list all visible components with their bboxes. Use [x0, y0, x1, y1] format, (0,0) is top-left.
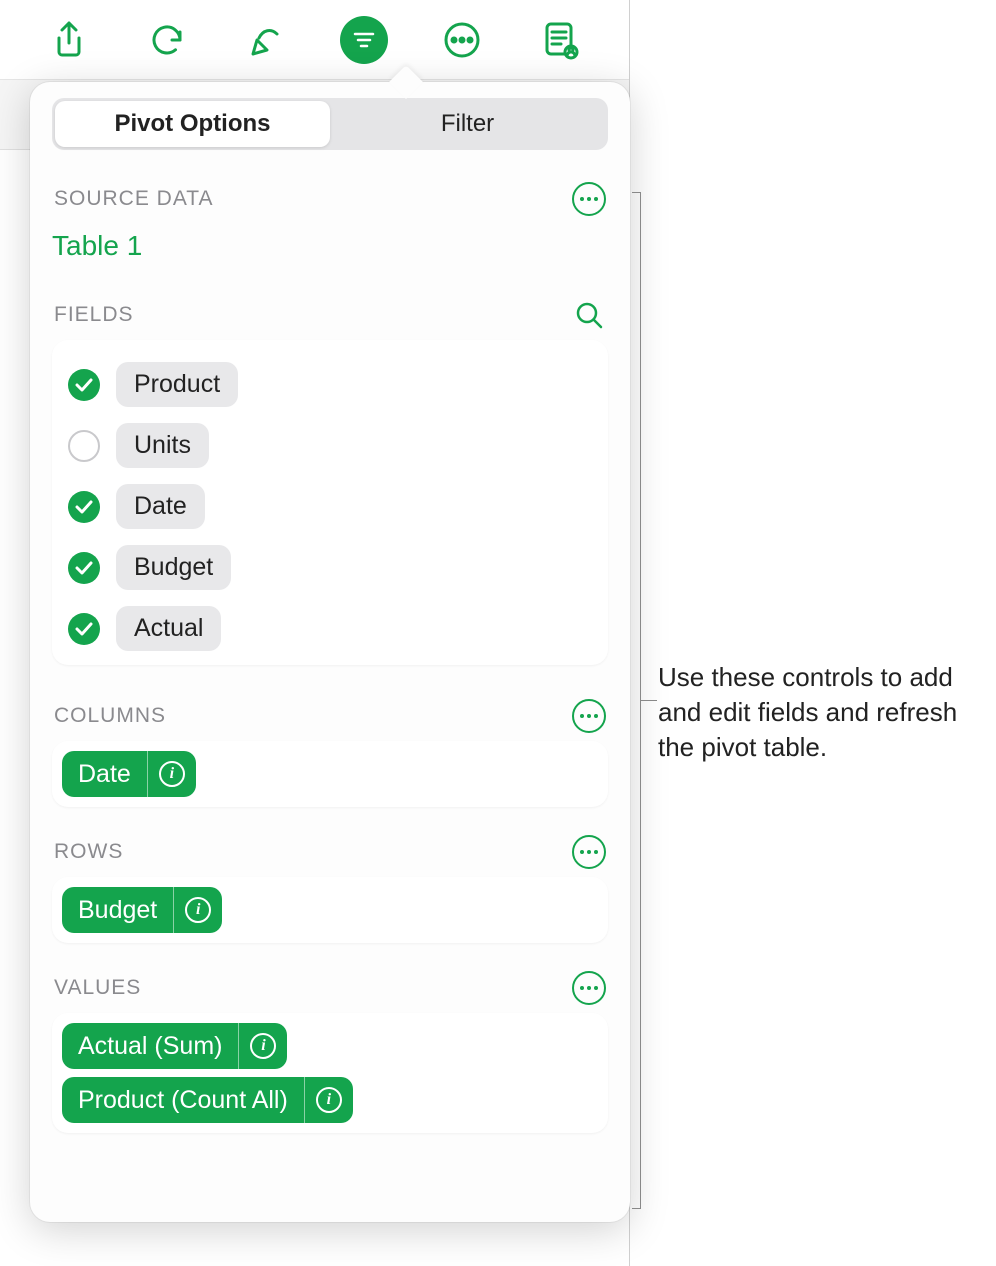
rows-more-button[interactable] — [572, 835, 606, 869]
values-label: VALUES — [54, 976, 141, 1000]
values-drop-zone[interactable]: Actual (Sum) i Product (Count All) i — [52, 1013, 608, 1133]
checkmark-icon[interactable] — [68, 430, 100, 462]
collaborate-icon[interactable] — [536, 16, 584, 64]
checkmark-icon[interactable] — [68, 491, 100, 523]
undo-icon[interactable] — [143, 16, 191, 64]
toolbar — [0, 0, 629, 80]
callout-text: Use these controls to add and edit field… — [658, 660, 978, 765]
fields-header: FIELDS — [52, 298, 608, 332]
chip-label: Actual (Sum) — [62, 1023, 238, 1069]
tabs-segmented-control: Pivot Options Filter — [52, 98, 608, 150]
tab-pivot-options[interactable]: Pivot Options — [55, 101, 330, 147]
field-row-product[interactable]: Product — [68, 354, 592, 415]
chip-label: Product (Count All) — [62, 1077, 304, 1123]
rows-header: ROWS — [52, 835, 608, 869]
chip-info-button[interactable]: i — [305, 1077, 353, 1123]
values-more-button[interactable] — [572, 971, 606, 1005]
checkmark-icon[interactable] — [68, 613, 100, 645]
field-row-actual[interactable]: Actual — [68, 598, 592, 659]
columns-drop-zone[interactable]: Date i — [52, 741, 608, 807]
source-data-header: SOURCE DATA — [52, 182, 608, 216]
callout-bracket — [632, 1208, 641, 1209]
rows-label: ROWS — [54, 840, 123, 864]
field-pill[interactable]: Units — [116, 423, 209, 468]
more-icon[interactable] — [438, 16, 486, 64]
row-chip-budget[interactable]: Budget i — [62, 887, 222, 933]
values-header: VALUES — [52, 971, 608, 1005]
rows-drop-zone[interactable]: Budget i — [52, 877, 608, 943]
organize-icon[interactable] — [340, 16, 388, 64]
field-row-units[interactable]: Units — [68, 415, 592, 476]
source-data-more-button[interactable] — [572, 182, 606, 216]
chip-label: Budget — [62, 887, 173, 933]
checkmark-icon[interactable] — [68, 552, 100, 584]
chip-info-button[interactable]: i — [174, 887, 222, 933]
chip-info-button[interactable]: i — [148, 751, 196, 797]
callout-bracket — [641, 700, 657, 701]
source-table-link[interactable]: Table 1 — [52, 230, 608, 262]
columns-more-button[interactable] — [572, 699, 606, 733]
field-pill[interactable]: Product — [116, 362, 238, 407]
chip-info-button[interactable]: i — [239, 1023, 287, 1069]
columns-header: COLUMNS — [52, 699, 608, 733]
field-pill[interactable]: Budget — [116, 545, 231, 590]
chip-label: Date — [62, 751, 147, 797]
fields-label: FIELDS — [54, 303, 134, 327]
fields-list: Product Units Date Budget Actual — [52, 340, 608, 665]
checkmark-icon[interactable] — [68, 369, 100, 401]
format-icon[interactable] — [241, 16, 289, 64]
field-row-date[interactable]: Date — [68, 476, 592, 537]
column-chip-date[interactable]: Date i — [62, 751, 196, 797]
columns-label: COLUMNS — [54, 704, 166, 728]
value-chip-actual[interactable]: Actual (Sum) i — [62, 1023, 287, 1069]
field-row-budget[interactable]: Budget — [68, 537, 592, 598]
pivot-options-popover: Pivot Options Filter SOURCE DATA Table 1… — [30, 82, 630, 1222]
tab-filter[interactable]: Filter — [330, 101, 605, 147]
share-icon[interactable] — [45, 16, 93, 64]
value-chip-product[interactable]: Product (Count All) i — [62, 1077, 353, 1123]
callout-bracket — [632, 192, 641, 193]
field-pill[interactable]: Actual — [116, 606, 221, 651]
source-data-label: SOURCE DATA — [54, 187, 214, 211]
search-fields-button[interactable] — [572, 298, 606, 332]
field-pill[interactable]: Date — [116, 484, 205, 529]
